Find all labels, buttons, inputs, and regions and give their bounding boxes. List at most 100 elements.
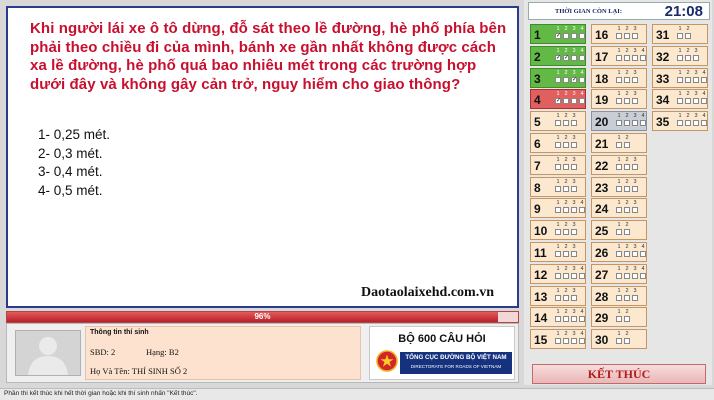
option-checkbox[interactable]	[555, 120, 561, 127]
option-checkbox[interactable]	[616, 272, 622, 279]
question-cell-17[interactable]: 17 1 2 3 4	[591, 45, 647, 66]
option-checkbox[interactable]	[632, 185, 638, 192]
option-checkbox[interactable]	[685, 33, 691, 39]
option-checkbox[interactable]	[632, 272, 638, 279]
option-checkbox[interactable]	[563, 98, 569, 105]
option-checkbox[interactable]	[563, 251, 569, 257]
option-checkbox[interactable]	[632, 98, 638, 105]
option-checkbox[interactable]	[563, 294, 569, 301]
question-cell-10[interactable]: 10 1 2 3	[530, 220, 586, 241]
option-checkbox[interactable]	[685, 120, 691, 127]
question-cell-22[interactable]: 22 1 2 3	[591, 154, 647, 175]
question-cell-13[interactable]: 13 1 2 3	[530, 285, 586, 306]
answer-option-3[interactable]: 3- 0,4 mét.	[38, 163, 110, 182]
option-checkbox[interactable]	[563, 229, 569, 236]
option-checkbox[interactable]	[571, 229, 577, 236]
option-checkbox[interactable]	[632, 294, 638, 301]
option-checkbox[interactable]	[616, 338, 622, 345]
question-cell-31[interactable]: 31 1 2	[652, 24, 708, 44]
option-checkbox[interactable]	[571, 142, 577, 148]
option-checkbox[interactable]	[616, 185, 622, 192]
option-checkbox[interactable]	[563, 33, 569, 39]
option-checkbox[interactable]	[685, 54, 691, 61]
option-checkbox[interactable]	[571, 33, 577, 39]
option-checkbox[interactable]	[579, 338, 585, 345]
option-checkbox[interactable]	[616, 251, 622, 257]
question-cell-7[interactable]: 7 123	[530, 154, 586, 175]
option-checkbox[interactable]	[624, 338, 630, 345]
option-checkbox[interactable]	[677, 54, 683, 61]
question-cell-14[interactable]: 14 1 2 3 4	[530, 307, 586, 328]
option-checkbox[interactable]	[555, 163, 561, 170]
question-cell-11[interactable]: 11 1 2 3	[530, 242, 586, 262]
option-checkbox[interactable]	[555, 76, 561, 83]
option-checkbox[interactable]	[632, 251, 638, 257]
answer-option-4[interactable]: 4- 0,5 mét.	[38, 182, 110, 201]
option-checkbox[interactable]	[616, 142, 622, 148]
option-checkbox[interactable]	[579, 33, 585, 39]
option-checkbox[interactable]	[624, 207, 630, 214]
question-cell-21[interactable]: 21 1 2	[591, 133, 647, 153]
option-checkbox[interactable]	[571, 251, 577, 257]
question-cell-1[interactable]: 1 1 ✓ 2 3 4	[530, 24, 586, 44]
question-cell-12[interactable]: 12 1 2 3 4	[530, 263, 586, 284]
option-checkbox[interactable]	[624, 120, 630, 127]
question-cell-23[interactable]: 23 1 2 3	[591, 176, 647, 197]
option-checkbox[interactable]	[563, 316, 569, 323]
option-checkbox[interactable]: ✓	[555, 98, 561, 105]
question-cell-30[interactable]: 30 1 2	[591, 329, 647, 350]
option-checkbox[interactable]	[571, 98, 577, 105]
option-checkbox[interactable]	[693, 76, 699, 83]
option-checkbox[interactable]	[563, 142, 569, 148]
option-checkbox[interactable]	[616, 294, 622, 301]
question-cell-8[interactable]: 8 123	[530, 176, 586, 197]
option-checkbox[interactable]	[624, 163, 630, 170]
option-checkbox[interactable]	[624, 185, 630, 192]
option-checkbox[interactable]	[563, 338, 569, 345]
option-checkbox[interactable]	[555, 338, 561, 345]
option-checkbox[interactable]	[693, 98, 699, 105]
option-checkbox[interactable]	[640, 54, 646, 61]
option-checkbox[interactable]	[571, 272, 577, 279]
question-cell-26[interactable]: 26 1 2 3 4	[591, 242, 647, 262]
option-checkbox[interactable]: ✓	[563, 54, 569, 61]
option-checkbox[interactable]	[616, 76, 622, 83]
question-cell-27[interactable]: 27 1 2 3 4	[591, 263, 647, 284]
option-checkbox[interactable]	[640, 272, 646, 279]
option-checkbox[interactable]	[571, 54, 577, 61]
option-checkbox[interactable]	[579, 316, 585, 323]
question-cell-19[interactable]: 19 1 2 3	[591, 89, 647, 110]
option-checkbox[interactable]	[571, 207, 577, 214]
option-checkbox[interactable]	[616, 120, 622, 127]
option-checkbox[interactable]	[624, 251, 630, 257]
option-checkbox[interactable]	[563, 163, 569, 170]
option-checkbox[interactable]	[677, 33, 683, 39]
option-checkbox[interactable]	[693, 54, 699, 61]
option-checkbox[interactable]	[640, 251, 646, 257]
option-checkbox[interactable]	[616, 163, 622, 170]
option-checkbox[interactable]	[563, 76, 569, 83]
option-checkbox[interactable]	[624, 54, 630, 61]
option-checkbox[interactable]	[677, 120, 683, 127]
option-checkbox[interactable]	[616, 33, 622, 39]
option-checkbox[interactable]	[579, 98, 585, 105]
option-checkbox[interactable]	[624, 33, 630, 39]
option-checkbox[interactable]	[555, 272, 561, 279]
option-checkbox[interactable]	[624, 76, 630, 83]
option-checkbox[interactable]	[624, 142, 630, 148]
option-checkbox[interactable]	[693, 120, 699, 127]
option-checkbox[interactable]	[563, 120, 569, 127]
option-checkbox[interactable]	[624, 316, 630, 323]
question-cell-6[interactable]: 6 123	[530, 133, 586, 153]
option-checkbox[interactable]	[571, 294, 577, 301]
option-checkbox[interactable]	[632, 54, 638, 61]
option-checkbox[interactable]: ✓	[555, 54, 561, 61]
option-checkbox[interactable]	[579, 76, 585, 83]
option-checkbox[interactable]	[555, 316, 561, 323]
question-cell-4[interactable]: 4 1 ✓ 2 3 4	[530, 89, 586, 110]
question-cell-32[interactable]: 32 1 2 3	[652, 45, 708, 66]
option-checkbox[interactable]	[632, 120, 638, 127]
question-cell-5[interactable]: 5 123	[530, 111, 586, 132]
option-checkbox[interactable]	[616, 229, 622, 236]
finish-button[interactable]: KẾT THÚC	[532, 364, 706, 384]
